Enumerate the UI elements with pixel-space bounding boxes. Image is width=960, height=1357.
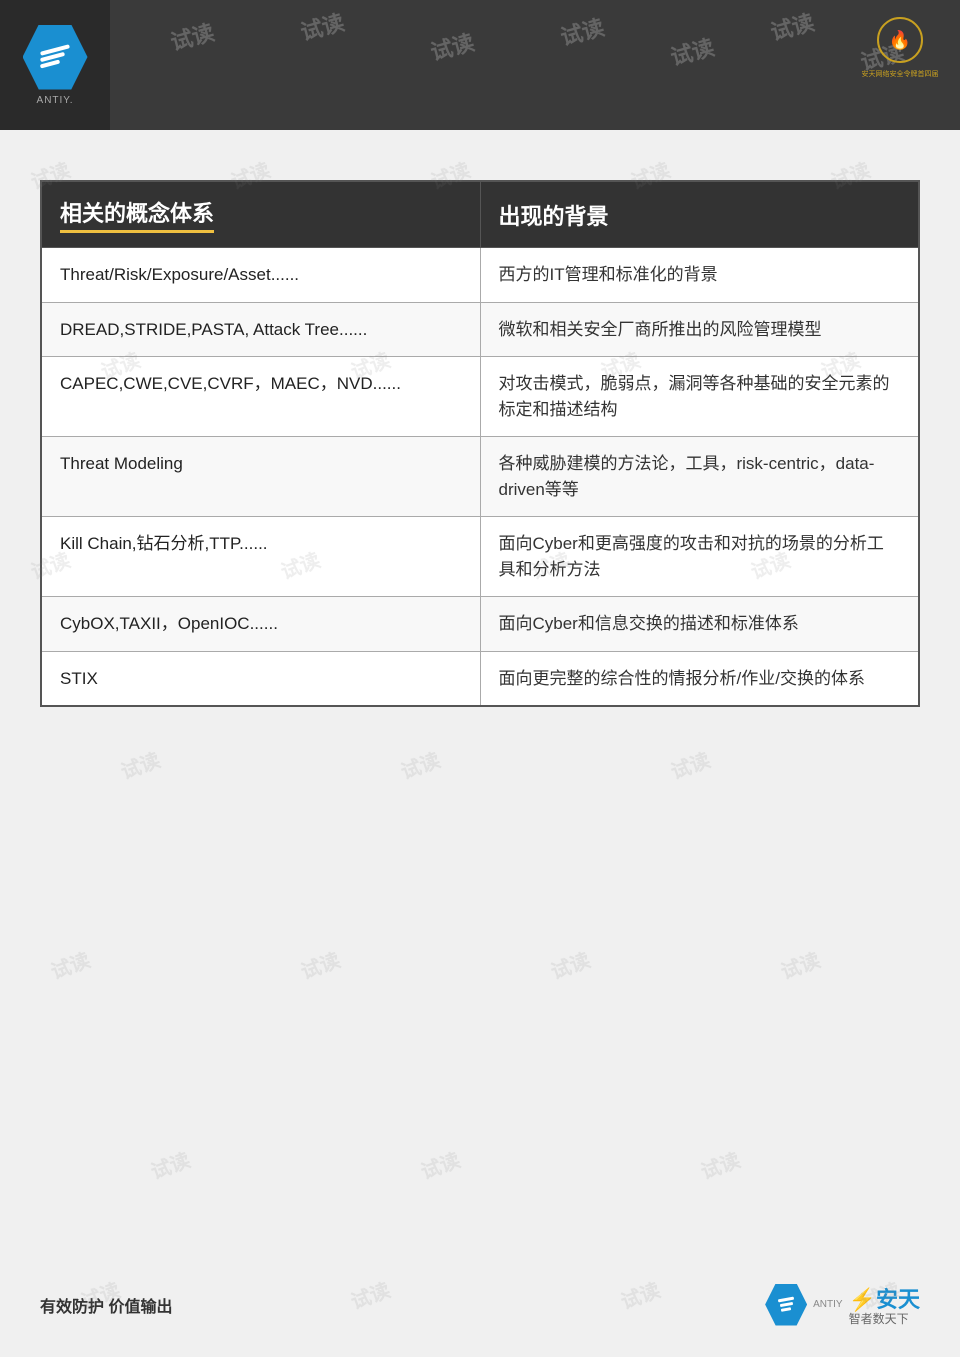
logo-lines	[40, 48, 70, 66]
table-cell-right-2: 对攻击模式，脆弱点，漏洞等各种基础的安全元素的标定和描述结构	[480, 357, 919, 437]
footer: 有效防护 价值输出 ANTIY ⚡安天 智者数天下	[0, 1282, 960, 1327]
table-cell-left-6: STIX	[41, 651, 480, 706]
header-watermark-3: 试读	[427, 25, 478, 67]
table-cell-right-6: 面向更完整的综合性的情报分析/作业/交换的体系	[480, 651, 919, 706]
col2-header: 出现的背景	[480, 181, 919, 248]
watermark: 试读	[296, 944, 344, 985]
logo-text: ANTIY.	[37, 95, 74, 106]
footer-hexagon-icon	[765, 1284, 807, 1326]
watermark: 试读	[416, 1144, 464, 1185]
table-row: DREAD,STRIDE,PASTA, Attack Tree......微软和…	[41, 302, 919, 357]
watermark: 试读	[116, 744, 164, 785]
header-watermark-area: 试读 试读 试读 试读 试读 试读 试读 🔥 安天网络安全令牌首四届	[110, 0, 960, 130]
emblem-svg: 🔥	[865, 12, 935, 67]
col1-header: 相关的概念体系	[41, 181, 480, 248]
header-watermark-6: 试读	[767, 5, 818, 47]
logo-hexagon	[23, 25, 88, 90]
concept-table: 相关的概念体系 出现的背景 Threat/Risk/Exposure/Asset…	[40, 180, 920, 707]
footer-brand-label: ANTIY	[813, 1299, 842, 1310]
table-cell-right-1: 微软和相关安全厂商所推出的风险管理模型	[480, 302, 919, 357]
watermark: 试读	[396, 744, 444, 785]
table-row: CybOX,TAXII，OpenIOC......面向Cyber和信息交换的描述…	[41, 597, 919, 652]
main-content: 相关的概念体系 出现的背景 Threat/Risk/Exposure/Asset…	[0, 130, 960, 737]
watermark: 试读	[146, 1144, 194, 1185]
header-watermark-2: 试读	[297, 5, 348, 47]
watermark: 试读	[46, 944, 94, 985]
table-cell-left-1: DREAD,STRIDE,PASTA, Attack Tree......	[41, 302, 480, 357]
emblem-caption: 安天网络安全令牌首四届	[862, 69, 939, 79]
table-cell-left-5: CybOX,TAXII，OpenIOC......	[41, 597, 480, 652]
table-row: Threat/Risk/Exposure/Asset......西方的IT管理和…	[41, 248, 919, 303]
col1-header-text: 相关的概念体系	[60, 196, 214, 233]
table-cell-left-4: Kill Chain,钻石分析,TTP......	[41, 517, 480, 597]
logo-box: ANTIY.	[0, 0, 110, 130]
table-cell-left-0: Threat/Risk/Exposure/Asset......	[41, 248, 480, 303]
header-watermark-5: 试读	[667, 30, 718, 72]
col2-header-text: 出现的背景	[499, 204, 609, 229]
footer-left-text: 有效防护 价值输出	[40, 1293, 172, 1317]
table-cell-right-5: 面向Cyber和信息交换的描述和标准体系	[480, 597, 919, 652]
watermark: 试读	[666, 744, 714, 785]
footer-logo-subtitle: 智者数天下	[849, 1310, 920, 1327]
header-watermark-1: 试读	[167, 15, 218, 57]
table-cell-right-3: 各种威胁建模的方法论，工具，risk-centric，data-driven等等	[480, 437, 919, 517]
watermark: 试读	[696, 1144, 744, 1185]
table-cell-left-3: Threat Modeling	[41, 437, 480, 517]
header-watermark-4: 试读	[557, 10, 608, 52]
svg-text:🔥: 🔥	[889, 29, 911, 50]
header: ANTIY. 试读 试读 试读 试读 试读 试读 试读 🔥 安天网络安全令牌首四…	[0, 0, 960, 130]
table-row: Threat Modeling各种威胁建模的方法论，工具，risk-centri…	[41, 437, 919, 517]
table-cell-right-0: 西方的IT管理和标准化的背景	[480, 248, 919, 303]
watermark: 试读	[546, 944, 594, 985]
table-row: Kill Chain,钻石分析,TTP......面向Cyber和更高强度的攻击…	[41, 517, 919, 597]
top-right-logo: 🔥 安天网络安全令牌首四届	[845, 5, 955, 85]
watermark: 试读	[776, 944, 824, 985]
footer-logo: ANTIY ⚡安天 智者数天下	[765, 1282, 920, 1327]
table-row: STIX面向更完整的综合性的情报分析/作业/交换的体系	[41, 651, 919, 706]
table-cell-left-2: CAPEC,CWE,CVE,CVRF，MAEC，NVD......	[41, 357, 480, 437]
table-cell-right-4: 面向Cyber和更高强度的攻击和对抗的场景的分析工具和分析方法	[480, 517, 919, 597]
table-row: CAPEC,CWE,CVE,CVRF，MAEC，NVD......对攻击模式，脆…	[41, 357, 919, 437]
